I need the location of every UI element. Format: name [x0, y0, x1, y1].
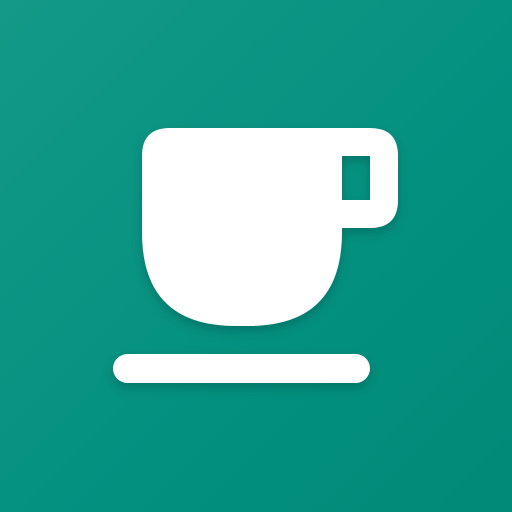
saucer — [113, 354, 370, 383]
cup-body — [142, 128, 398, 326]
app-icon[interactable] — [0, 0, 512, 512]
coffee-cup-icon — [113, 128, 398, 383]
